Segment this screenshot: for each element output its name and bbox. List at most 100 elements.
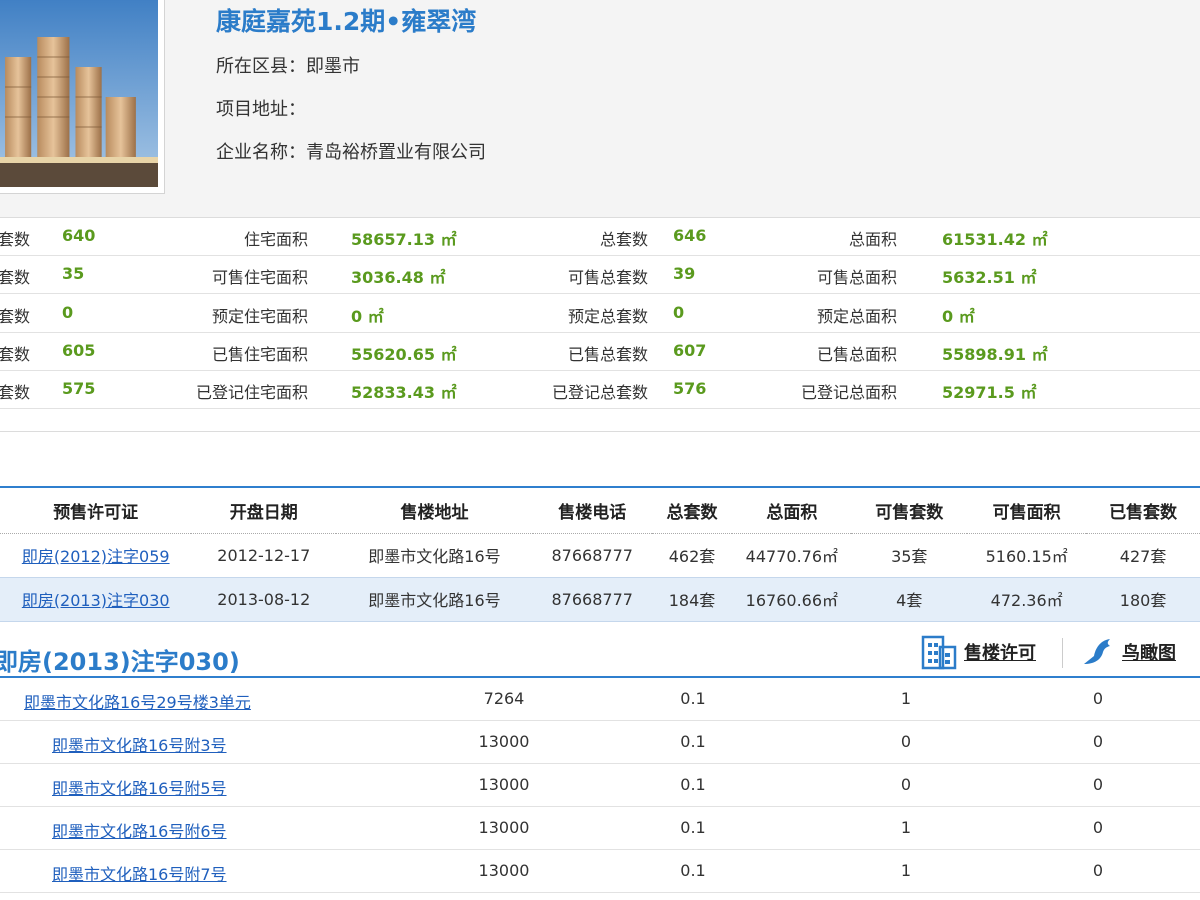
stat-label: 已售总套数: [567, 345, 648, 364]
table-row-selected[interactable]: 即房(2013)注字030 2013-08-12 即墨市文化路16号 87668…: [0, 576, 1200, 622]
building-row[interactable]: 即墨市文化路16号附6号 13000 0.1 1 0: [0, 807, 1200, 850]
building-value-3: 0: [900, 732, 912, 751]
stat-label: 住宅面积: [243, 230, 308, 249]
building-value-1: 13000: [478, 861, 530, 880]
stat-value: 5632.51 ㎡: [942, 268, 1037, 287]
district-line: 所在区县：即墨市: [216, 56, 360, 77]
stat-value: 605: [62, 341, 96, 360]
building-value-4: 0: [1092, 775, 1104, 794]
building-rendering-image: [0, 0, 158, 187]
presale-permit-table: 预售许可证 开盘日期 售楼地址 售楼电话 总套数 总面积 可售套数 可售面积 已…: [0, 486, 1200, 622]
stat-label: 预定总面积: [816, 307, 897, 326]
stat-value: 61531.42 ㎡: [942, 230, 1048, 249]
permit-link[interactable]: 即房(2013)注字030: [22, 591, 170, 610]
total-cell: 462套: [668, 547, 716, 566]
sold-cell: 180套: [1086, 576, 1200, 622]
section-title: 即房(2013)注字030): [0, 648, 240, 676]
available-area-cell: 5160.15㎡: [985, 547, 1068, 566]
stat-label: 套数: [0, 307, 31, 326]
col-header-available-area: 可售面积: [967, 487, 1087, 534]
permit-link[interactable]: 即房(2012)注字059: [22, 547, 170, 566]
stat-value: 0: [62, 303, 74, 322]
stat-value: 0 ㎡: [351, 307, 384, 326]
address-cell: 即墨市文化路16号: [336, 576, 533, 622]
stat-value: 646: [673, 226, 707, 245]
stat-label: 可售总套数: [567, 268, 648, 287]
stat-row: 套数 575 已登记住宅面积 52833.43 ㎡ 已登记总套数 576 已登记总面积 529…: [0, 371, 1200, 409]
permit-cell[interactable]: 即房(2013)注字030: [0, 576, 192, 622]
stat-label: 总面积: [848, 230, 897, 249]
sales-permit-label[interactable]: 售楼许可: [964, 639, 1036, 665]
project-stats-grid: 套数 640 住宅面积 58657.13 ㎡总套数 646 总面积 61531.42 ㎡套数…: [0, 217, 1200, 432]
building-link[interactable]: 即墨市文化路16号29号楼3单元: [24, 693, 251, 712]
building-icon: [921, 635, 957, 670]
sales-permit-button[interactable]: 售楼许可: [920, 634, 1036, 670]
phone-cell: 87668777: [551, 545, 633, 565]
available-cell: 35套: [891, 547, 928, 566]
total-cell: 184套: [651, 576, 733, 622]
stat-value: 52971.5 ㎡: [942, 383, 1037, 402]
table-header-row: 预售许可证 开盘日期 售楼地址 售楼电话 总套数 总面积 可售套数 可售面积 已…: [0, 487, 1200, 534]
stat-row: 套数 640 住宅面积 58657.13 ㎡ 总套数 646 总面积 61531.42 ㎡: [0, 218, 1200, 256]
table-row[interactable]: 即房(2012)注字059 2012-12-17 即墨市文化路16号 87668…: [0, 533, 1200, 577]
stat-label: 总套数: [599, 230, 648, 249]
stat-label: 已售总面积: [816, 345, 897, 364]
area-cell: 44770.76㎡: [745, 547, 839, 566]
stat-label: 套数: [0, 383, 31, 402]
building-value-3: 0: [900, 775, 912, 794]
building-row[interactable]: 即墨市文化路16号附3号 13000 0.1 0 0: [0, 721, 1200, 764]
stat-value: 55620.65 ㎡: [351, 345, 457, 364]
address-cell: 即墨市文化路16号: [368, 547, 501, 566]
col-header-address: 售楼地址: [336, 487, 533, 534]
building-value-4: 0: [1092, 861, 1104, 880]
stat-value: 55898.91 ㎡: [942, 345, 1048, 364]
col-header-total: 总套数: [651, 487, 733, 534]
stat-row: 套数 0 预定住宅面积 0 ㎡ 预定总套数 0 预定总面积 0 ㎡: [0, 295, 1200, 333]
building-value-3: 1: [900, 861, 912, 880]
available-area-cell: 472.36㎡: [967, 576, 1087, 622]
stat-label: 已售住宅面积: [211, 345, 308, 364]
sold-cell: 427套: [1119, 547, 1167, 566]
building-row[interactable]: 即墨市文化路16号附7号 13000 0.1 1 0: [0, 850, 1200, 893]
building-value-4: 0: [1092, 689, 1104, 708]
building-value-1: 13000: [478, 732, 530, 751]
stat-value: 58657.13 ㎡: [351, 230, 457, 249]
permit-cell[interactable]: 即房(2012)注字059: [0, 533, 191, 577]
building-row[interactable]: 即墨市文化路16号29号楼3单元 7264 0.1 1 0: [0, 678, 1200, 721]
stat-value: 640: [62, 226, 96, 245]
stat-value: 607: [673, 341, 707, 360]
available-cell: 4套: [851, 576, 968, 622]
phone-cell: 87668777: [532, 576, 652, 622]
building-value-3: 1: [900, 818, 912, 837]
building-link[interactable]: 即墨市文化路16号附6号: [52, 822, 227, 841]
stat-value: 39: [673, 264, 696, 283]
stat-label: 预定总套数: [567, 307, 648, 326]
stat-value: 3036.48 ㎡: [351, 268, 446, 287]
building-value-1: 7264: [483, 689, 525, 708]
col-header-sold: 已售套数: [1086, 487, 1200, 534]
stat-label: 套数: [0, 268, 31, 287]
col-header-date: 开盘日期: [191, 487, 337, 534]
col-header-area: 总面积: [732, 487, 852, 534]
company-line: 企业名称：青岛裕桥置业有限公司: [216, 142, 486, 163]
building-value-1: 13000: [478, 775, 530, 794]
aerial-view-button[interactable]: 鸟瞰图: [1080, 634, 1176, 670]
building-link[interactable]: 即墨市文化路16号附5号: [52, 779, 227, 798]
building-value-2: 0.1: [680, 818, 706, 837]
stat-label: 已登记住宅面积: [195, 383, 308, 402]
col-header-phone: 售楼电话: [532, 487, 652, 534]
building-value-3: 1: [900, 689, 912, 708]
building-link[interactable]: 即墨市文化路16号附7号: [52, 865, 227, 884]
building-link[interactable]: 即墨市文化路16号附3号: [52, 736, 227, 755]
stat-value: 0 ㎡: [942, 307, 975, 326]
stat-label: 套数: [0, 230, 31, 249]
stat-label: 可售总面积: [816, 268, 897, 287]
project-photo[interactable]: [0, 0, 165, 194]
date-cell: 2012-12-17: [217, 545, 311, 565]
stat-value: 0: [673, 303, 685, 322]
project-info-panel: 康庭嘉苑1.2期•雍翠湾 所在区县：即墨市 项目地址： 企业名称：青岛裕桥置业有…: [0, 0, 1200, 218]
aerial-view-label[interactable]: 鸟瞰图: [1122, 639, 1176, 665]
stat-value: 576: [673, 379, 707, 398]
stat-value: 52833.43 ㎡: [351, 383, 457, 402]
building-row[interactable]: 即墨市文化路16号附5号 13000 0.1 0 0: [0, 764, 1200, 807]
